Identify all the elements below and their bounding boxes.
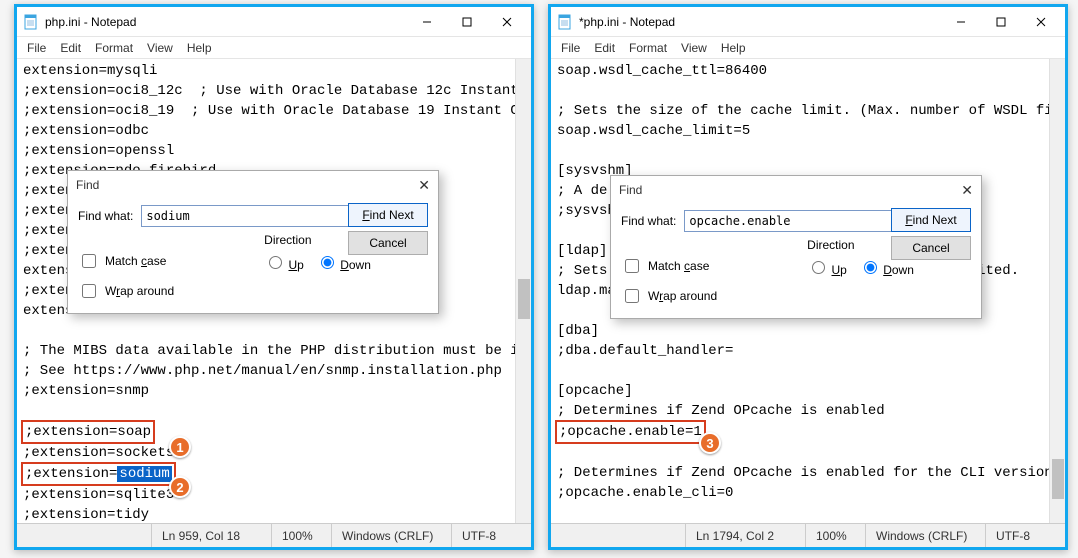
minimize-button[interactable] [407,8,447,36]
status-eol: Windows (CRLF) [331,524,451,547]
menu-view[interactable]: View [679,39,709,57]
find-next-button[interactable]: Find Next [891,208,971,232]
menubar: File Edit Format View Help [17,37,531,59]
find-titlebar[interactable]: Find ✕ [68,171,438,199]
status-position: Ln 1794, Col 2 [685,524,805,547]
notepad-icon [557,14,573,30]
find-next-button[interactable]: Find Next [348,203,428,227]
vertical-scrollbar[interactable] [515,59,531,523]
status-zoom: 100% [805,524,865,547]
cancel-button[interactable]: Cancel [891,236,971,260]
notepad-icon [23,14,39,30]
status-position: Ln 959, Col 18 [151,524,271,547]
minimize-button[interactable] [941,8,981,36]
callout-1: 1 [169,436,191,458]
find-dialog-left[interactable]: Find ✕ Find what: Find Next Cancel Match… [67,170,439,314]
wrap-around-checkbox[interactable]: Wrap around [621,286,717,306]
menu-file[interactable]: File [25,39,48,57]
menu-file[interactable]: File [559,39,582,57]
menu-edit[interactable]: Edit [58,39,83,57]
window-controls [941,8,1061,36]
titlebar[interactable]: php.ini - Notepad [17,7,531,37]
scroll-thumb[interactable] [518,279,530,319]
find-title-text: Find [619,183,642,197]
direction-up-radio[interactable]: Up [264,253,304,272]
highlight-soap: ;extension=soap [21,420,155,444]
highlight-sodium: ;extension=sodium [21,462,176,486]
cancel-button[interactable]: Cancel [348,231,428,255]
status-encoding: UTF-8 [451,524,531,547]
find-title-text: Find [76,178,99,192]
window-title: *php.ini - Notepad [579,15,941,29]
statusbar: Ln 1794, Col 2 100% Windows (CRLF) UTF-8 [551,523,1065,547]
match-case-checkbox[interactable]: Match case [78,251,174,271]
menu-view[interactable]: View [145,39,175,57]
maximize-button[interactable] [447,8,487,36]
callout-3: 3 [699,432,721,454]
match-case-checkbox[interactable]: Match case [621,256,717,276]
direction-up-radio[interactable]: Up [807,258,847,277]
menubar: File Edit Format View Help [551,37,1065,59]
callout-2: 2 [169,476,191,498]
close-button[interactable] [1021,8,1061,36]
find-what-label: Find what: [621,214,676,228]
close-button[interactable] [487,8,527,36]
maximize-button[interactable] [981,8,1021,36]
status-encoding: UTF-8 [985,524,1065,547]
highlight-opcache-enable: ;opcache.enable=1 [555,420,706,444]
menu-format[interactable]: Format [627,39,669,57]
menu-help[interactable]: Help [719,39,748,57]
menu-edit[interactable]: Edit [592,39,617,57]
find-dialog-right[interactable]: Find ✕ Find what: Find Next Cancel Match… [610,175,982,319]
status-spacer [17,524,151,547]
window-controls [407,8,527,36]
menu-format[interactable]: Format [93,39,135,57]
titlebar[interactable]: *php.ini - Notepad [551,7,1065,37]
menu-help[interactable]: Help [185,39,214,57]
vertical-scrollbar[interactable] [1049,59,1065,523]
selected-text: sodium [117,466,171,482]
find-what-label: Find what: [78,209,133,223]
status-zoom: 100% [271,524,331,547]
statusbar: Ln 959, Col 18 100% Windows (CRLF) UTF-8 [17,523,531,547]
wrap-around-checkbox[interactable]: Wrap around [78,281,174,301]
scroll-thumb[interactable] [1052,459,1064,499]
status-eol: Windows (CRLF) [865,524,985,547]
status-spacer [551,524,685,547]
find-titlebar[interactable]: Find ✕ [611,176,981,204]
window-title: php.ini - Notepad [45,15,407,29]
close-icon[interactable]: ✕ [961,182,973,199]
close-icon[interactable]: ✕ [418,177,430,194]
